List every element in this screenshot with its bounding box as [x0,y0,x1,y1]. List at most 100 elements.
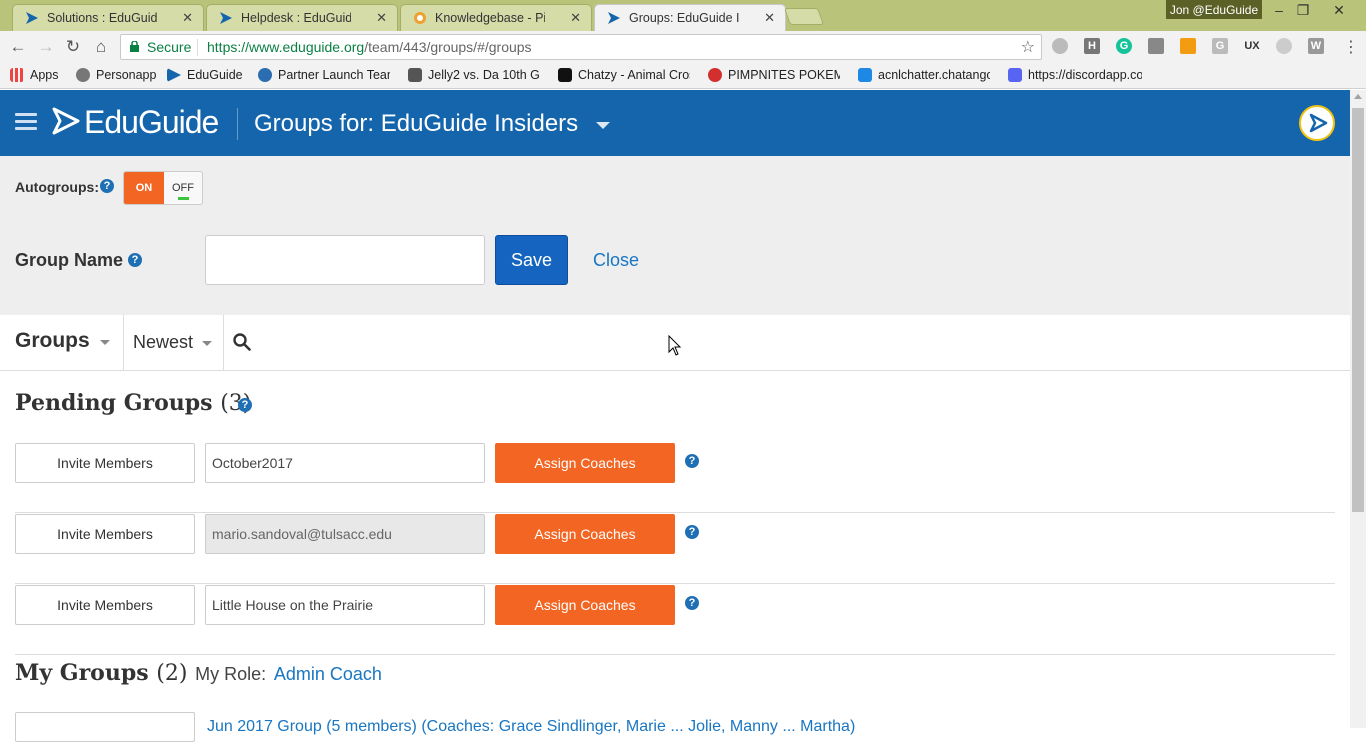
back-icon[interactable]: ← [7,37,29,57]
extension-circle-icon[interactable] [1276,38,1292,54]
extension-h-icon[interactable]: H [1084,38,1100,54]
group-name-label: Group Name [15,250,124,270]
page-scrollbar[interactable] [1350,90,1366,728]
group-name-field[interactable]: mario.sandoval@tulsacc.edu [205,514,485,554]
extension-w-icon[interactable]: W [1308,38,1324,54]
mouse-cursor-icon [668,335,682,356]
sort-dropdown[interactable]: Newest [133,332,193,353]
bookmark-jelly2[interactable]: Jelly2 vs. Da 10th Gar [408,68,540,82]
invite-members-button[interactable]: Invite Members [15,514,195,554]
bookmark-eduguide[interactable]: EduGuide [167,68,245,82]
pending-group-row: Invite Members October2017 Assign Coache… [15,442,1335,513]
chevron-down-icon[interactable] [202,341,212,346]
toggle-on-label[interactable]: ON [124,172,164,204]
save-button[interactable]: Save [495,235,568,285]
bookmark-personapp[interactable]: Personapp [76,68,156,82]
home-icon[interactable]: ⌂ [90,37,112,57]
invite-members-button[interactable]: Invite Members [15,443,195,483]
close-icon[interactable]: ✕ [376,10,387,26]
extension-g-icon[interactable]: G [1212,38,1228,54]
bookmark-star-icon[interactable]: ☆ [1021,37,1035,57]
assign-coaches-button[interactable]: Assign Coaches [495,514,675,554]
minimize-icon[interactable]: – [1266,2,1292,18]
invite-members-button[interactable]: Invite Members [15,585,195,625]
invite-members-button[interactable] [15,712,195,742]
extension-globe-icon[interactable] [1052,38,1068,54]
bookmark-pimpnites[interactable]: PIMPNITES POKEMO [708,68,840,82]
assign-coaches-button[interactable]: Assign Coaches [495,585,675,625]
bookmark-partner-launch[interactable]: Partner Launch Team [258,68,390,82]
bookmark-acnlchatter[interactable]: acnlchatter.chatango [858,68,990,82]
app-header: EduGuide Groups for: EduGuide Insiders [0,90,1350,156]
group-name-field[interactable]: October2017 [205,443,485,483]
browser-menu-icon[interactable]: ⋮ [1343,37,1359,57]
eduguide-icon [167,68,181,82]
divider [223,315,224,371]
bookmark-discord[interactable]: https://discordapp.co [1008,68,1142,82]
header-divider [237,108,238,140]
reload-icon[interactable]: ↻ [62,37,84,57]
extension-ux-icon[interactable]: UX [1244,38,1260,54]
assign-coaches-button[interactable]: Assign Coaches [495,443,675,483]
forward-icon[interactable]: → [35,37,57,57]
help-icon[interactable]: ? [685,454,699,468]
divider [197,39,198,56]
search-icon[interactable] [233,333,251,351]
bookmark-apps[interactable]: Apps [10,68,59,82]
restore-icon[interactable]: ❐ [1290,2,1316,19]
close-link[interactable]: Close [593,250,639,271]
group-settings-panel: Autogroups: ? ON OFF Group Name ? Save C… [0,156,1350,315]
group-name-input[interactable] [205,235,485,285]
browser-user-badge[interactable]: Jon @EduGuide [1166,0,1262,19]
apps-grid-icon [10,68,24,82]
jelly-icon [408,68,422,82]
logo-play-icon [52,107,80,135]
page-title[interactable]: Groups for: EduGuide Insiders [254,110,578,138]
browser-tab-groups[interactable]: Groups: EduGuide Insid ✕ [594,4,786,32]
close-icon[interactable]: ✕ [764,10,775,26]
extension-rss-icon[interactable] [1180,38,1196,54]
partner-icon [258,68,272,82]
pivotal-icon [414,12,426,24]
personapp-icon [76,68,90,82]
groups-dropdown[interactable]: Groups [15,329,90,353]
pending-group-row: Invite Members Little House on the Prair… [15,584,1335,655]
help-icon[interactable]: ? [685,525,699,539]
chevron-down-icon[interactable] [596,122,610,129]
hamburger-menu-icon[interactable] [15,113,37,131]
browser-tab-strip: Solutions : EduGuide Lea ✕ Helpdesk : Ed… [0,0,1366,32]
bookmark-chatzy[interactable]: Chatzy - Animal Cros [558,68,690,82]
group-link[interactable]: Jun 2017 Group (5 members) (Coaches: Gra… [207,718,855,736]
address-bar[interactable]: Secure https://www.eduguide.org/team/443… [120,34,1042,60]
close-icon[interactable]: ✕ [182,10,193,26]
my-groups-heading: My Groups (2) My Role: Admin Coach [15,660,382,686]
play-icon [1309,113,1328,133]
url-text[interactable]: https://www.eduguide.org/team/443/groups… [207,39,532,55]
new-tab-button[interactable] [783,8,825,25]
help-icon[interactable]: ? [128,253,142,267]
role-label: My Role: [195,664,267,684]
help-icon[interactable]: ? [238,398,252,412]
autogroups-toggle[interactable]: ON OFF [123,171,203,205]
group-name-field[interactable]: Little House on the Prairie [205,585,485,625]
chevron-down-icon[interactable] [100,340,110,345]
browser-tab-knowledgebase[interactable]: Knowledgebase - Pivotal ✕ [400,4,592,31]
browser-tab-solutions[interactable]: Solutions : EduGuide Lea ✕ [12,4,204,31]
browser-tab-helpdesk[interactable]: Helpdesk : EduGuide Lea ✕ [206,4,398,31]
profile-badge[interactable] [1299,105,1335,141]
scroll-thumb[interactable] [1352,108,1364,512]
camera-icon[interactable] [1148,38,1164,54]
browser-toolbar: ← → ↻ ⌂ Secure https://www.eduguide.org/… [0,31,1366,63]
lock-icon [130,41,139,52]
grammarly-icon[interactable]: G [1116,38,1132,54]
discord-icon [1008,68,1022,82]
role-value-link[interactable]: Admin Coach [274,664,382,684]
autogroups-label: Autogroups: [15,179,99,195]
window-close-icon[interactable]: ✕ [1326,2,1352,19]
scroll-up-icon[interactable] [1354,94,1362,99]
help-icon[interactable]: ? [100,179,114,193]
close-icon[interactable]: ✕ [570,10,581,26]
pending-groups-heading: Pending Groups (3) [15,390,252,416]
help-icon[interactable]: ? [685,596,699,610]
divider [123,315,124,371]
